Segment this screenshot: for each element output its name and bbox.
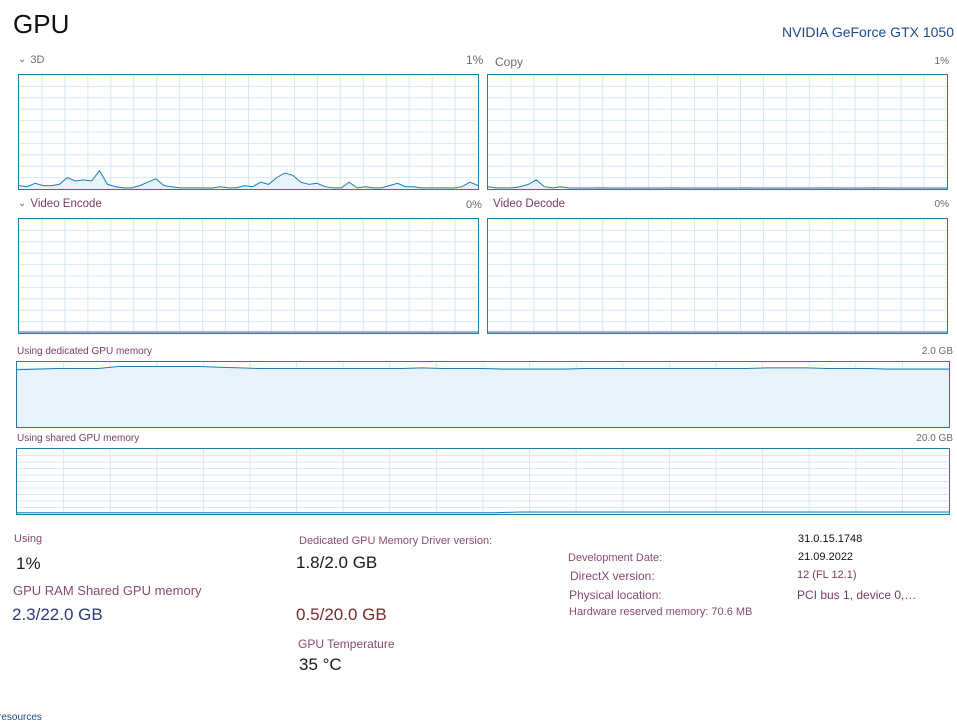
dedicated-memory-chart[interactable]: [16, 361, 950, 428]
dedicated-memory-svg: [17, 362, 949, 427]
utilization-value: 1%: [16, 554, 41, 573]
driver-date-label: Development Date:: [568, 552, 663, 564]
graph-decode-svg: [488, 219, 947, 333]
driver-date-value: 21.09.2022: [798, 551, 854, 563]
graph-encode-header[interactable]: ⌄ Video Encode: [18, 198, 102, 210]
gpu-memory-value: 2.3/22.0 GB: [12, 605, 103, 624]
physical-location-label: Physical location:: [569, 588, 662, 602]
gpu-model-name: NVIDIA GeForce GTX 1050: [782, 24, 954, 40]
graph-encode-label: Video Encode: [30, 198, 102, 210]
driver-version-value: 31.0.15.1748: [798, 533, 863, 545]
shared-memory-label: Using shared GPU memory: [17, 433, 140, 444]
page-title: GPU: [13, 9, 70, 39]
hardware-reserved-label: Hardware reserved memory: 70.6 MB: [569, 606, 753, 618]
directx-label: DirectX version:: [570, 569, 655, 583]
directx-value: 12 (FL 12.1): [797, 569, 857, 581]
graph-3d-chart[interactable]: [18, 74, 479, 190]
chevron-down-icon[interactable]: ⌄: [18, 54, 26, 65]
graph-encode-percent: 0%: [466, 199, 482, 211]
shared-memory-svg: [17, 449, 949, 514]
shared-memory-stat-value: 0.5/20.0 GB: [296, 605, 387, 624]
graph-copy-svg: [488, 75, 947, 189]
graph-encode-chart[interactable]: [18, 218, 479, 334]
graph-3d-header[interactable]: ⌄ 3D: [18, 54, 44, 66]
graph-encode-svg: [19, 219, 478, 333]
graph-3d-label: 3D: [30, 54, 45, 66]
graph-decode-percent: 0%: [934, 199, 949, 210]
graph-3d-svg: [19, 75, 478, 189]
gpu-temperature-label: GPU Temperature: [298, 637, 395, 651]
graph-copy-chart[interactable]: [487, 74, 948, 190]
dedicated-memory-stat-value: 1.8/2.0 GB: [296, 553, 378, 572]
dedicated-memory-label: Using dedicated GPU memory: [17, 346, 153, 357]
graph-3d-percent: 1%: [466, 53, 484, 67]
gpu-memory-label: GPU RAM Shared GPU memory: [13, 583, 202, 598]
chevron-down-icon[interactable]: ⌄: [18, 198, 26, 209]
dedicated-memory-area: [17, 366, 949, 427]
graph-decode-chart[interactable]: [487, 218, 948, 334]
gpu-temperature-value: 35 °C: [299, 655, 342, 674]
utilization-label: Using: [14, 533, 43, 545]
graph-decode-label[interactable]: Video Decode: [493, 198, 565, 210]
shared-memory-chart[interactable]: [16, 448, 950, 515]
graph-copy-label[interactable]: Copy: [495, 55, 523, 69]
physical-location-value: PCI bus 1, device 0,…: [797, 588, 917, 602]
graph-copy-percent: 1%: [934, 56, 949, 67]
shared-memory-max: 20.0 GB: [916, 433, 953, 444]
dedicated-memory-stat-label: Dedicated GPU Memory Driver version:: [299, 535, 493, 547]
resources-link[interactable]: resources: [0, 712, 42, 723]
dedicated-memory-max: 2.0 GB: [921, 346, 953, 357]
